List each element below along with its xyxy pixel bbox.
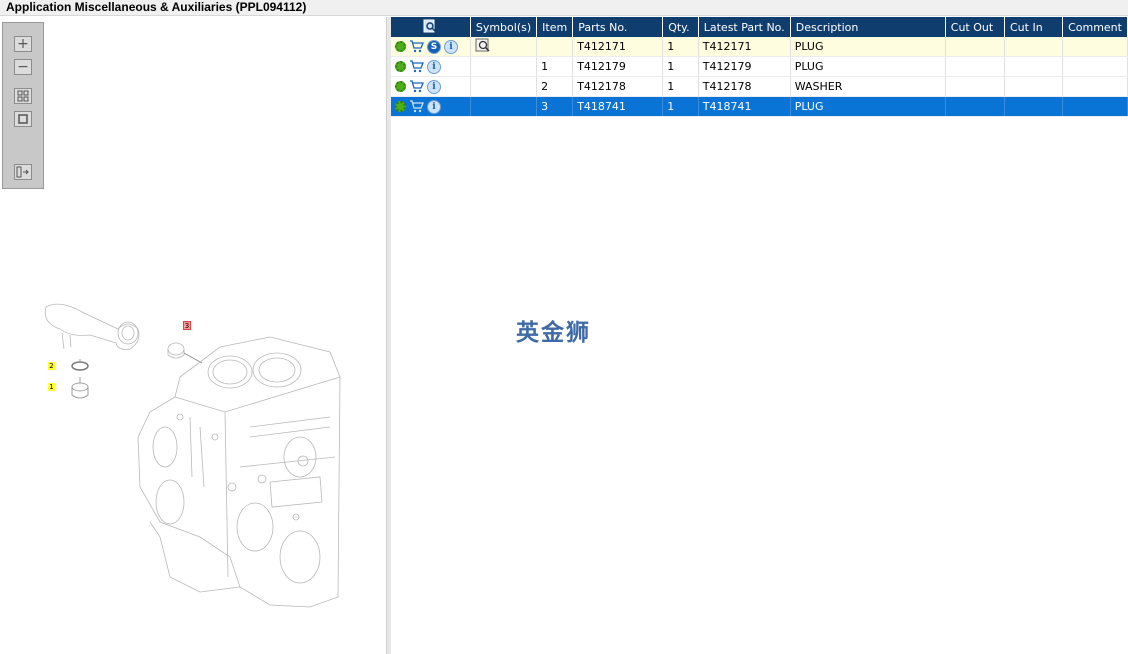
row-cut-in xyxy=(1004,37,1064,57)
parts-table: Symbol(s) Item Parts No. Qty. Latest Par… xyxy=(391,17,1128,117)
row-latest-part-no: T412171 xyxy=(698,37,791,57)
row-comment xyxy=(1062,96,1128,117)
window-title: Application Miscellaneous & Auxiliaries … xyxy=(0,0,1128,16)
column-header-comment[interactable]: Comment xyxy=(1062,17,1128,37)
row-cut-out xyxy=(945,76,1006,97)
column-header-actions[interactable] xyxy=(391,17,471,37)
row-part-no: T412171 xyxy=(572,37,664,57)
row-part-no: T412178 xyxy=(572,76,664,97)
cart-icon[interactable] xyxy=(409,60,424,73)
s-icon[interactable]: S xyxy=(427,39,441,54)
row-comment xyxy=(1062,76,1128,97)
row-actions: i xyxy=(391,96,471,117)
row-cut-in xyxy=(1004,76,1064,97)
cart-icon[interactable] xyxy=(409,80,424,93)
row-symbol xyxy=(470,56,538,77)
gear-icon[interactable] xyxy=(395,101,406,112)
row-description: PLUG xyxy=(790,37,946,57)
column-header-item[interactable]: Item xyxy=(536,17,574,37)
gear-icon[interactable] xyxy=(395,41,406,52)
callout-2[interactable]: 2 xyxy=(48,362,55,370)
gear-icon[interactable] xyxy=(395,81,406,92)
magnifier-doc-icon[interactable] xyxy=(475,38,491,52)
row-item: 1 xyxy=(536,56,574,77)
info-icon[interactable]: i xyxy=(427,79,441,94)
info-icon[interactable]: i xyxy=(427,59,441,74)
row-latest-part-no: T418741 xyxy=(698,96,791,117)
row-cut-in xyxy=(1004,96,1064,117)
column-header-latest-part-no[interactable]: Latest Part No. xyxy=(698,17,791,37)
info-icon[interactable]: i xyxy=(444,39,458,54)
row-description: PLUG xyxy=(790,56,946,77)
column-header-cut-out[interactable]: Cut Out xyxy=(945,17,1006,37)
row-qty: 1 xyxy=(662,96,699,117)
row-cut-out xyxy=(945,56,1006,77)
row-part-no: T418741 xyxy=(572,96,664,117)
parts-list-pane: Symbol(s) Item Parts No. Qty. Latest Par… xyxy=(391,17,1128,654)
row-comment xyxy=(1062,56,1128,77)
column-header-cut-in[interactable]: Cut In xyxy=(1004,17,1064,37)
row-latest-part-no: T412179 xyxy=(698,56,791,77)
cart-icon[interactable] xyxy=(409,100,424,113)
row-cut-in xyxy=(1004,56,1064,77)
row-item xyxy=(536,37,574,57)
info-icon[interactable]: i xyxy=(427,99,441,114)
table-row[interactable]: Si T412171 1 T412171 PLUG xyxy=(391,37,1128,57)
column-header-parts-no[interactable]: Parts No. xyxy=(572,17,664,37)
row-latest-part-no: T412178 xyxy=(698,76,791,97)
gear-icon[interactable] xyxy=(395,61,406,72)
row-item: 3 xyxy=(536,96,574,117)
table-row[interactable]: i 2 T412178 1 T412178 WASHER xyxy=(391,76,1128,97)
row-symbol xyxy=(470,96,538,117)
column-header-symbols[interactable]: Symbol(s) xyxy=(470,17,538,37)
search-document-icon xyxy=(423,19,436,32)
row-actions: i xyxy=(391,76,471,97)
row-part-no: T412179 xyxy=(572,56,664,77)
row-qty: 1 xyxy=(662,56,699,77)
table-row-selected[interactable]: i 3 T418741 1 T418741 PLUG xyxy=(391,96,1128,117)
row-actions: Si xyxy=(391,37,471,57)
row-cut-out xyxy=(945,96,1006,117)
row-symbol xyxy=(470,37,538,57)
callout-3[interactable]: 3 xyxy=(183,321,191,330)
table-header: Symbol(s) Item Parts No. Qty. Latest Par… xyxy=(391,17,1128,37)
row-comment xyxy=(1062,37,1128,57)
table-row[interactable]: i 1 T412179 1 T412179 PLUG xyxy=(391,56,1128,77)
column-header-description[interactable]: Description xyxy=(790,17,946,37)
row-qty: 1 xyxy=(662,37,699,57)
row-actions: i xyxy=(391,56,471,77)
drawing-viewer[interactable]: + − 2 1 3 xyxy=(0,17,386,654)
engine-drawing xyxy=(44,303,341,608)
row-description: PLUG xyxy=(790,96,946,117)
row-description: WASHER xyxy=(790,76,946,97)
watermark-logo: 英金狮 xyxy=(516,320,591,346)
column-header-qty[interactable]: Qty. xyxy=(662,17,699,37)
row-qty: 1 xyxy=(662,76,699,97)
row-cut-out xyxy=(945,37,1006,57)
callout-1[interactable]: 1 xyxy=(48,383,55,391)
row-symbol xyxy=(470,76,538,97)
row-item: 2 xyxy=(536,76,574,97)
cart-icon[interactable] xyxy=(409,40,424,53)
